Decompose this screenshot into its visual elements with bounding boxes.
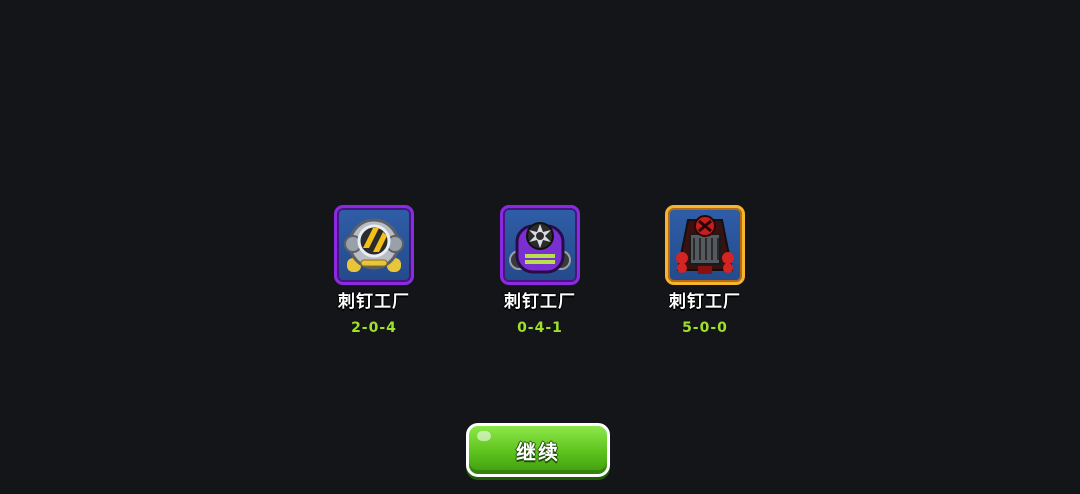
results-screen: 刺钉工厂 2-0-4 刺钉工厂 0-4-1 刺钉工厂 5-0-0 继续 [0,0,1080,494]
tower-name: 刺钉工厂 [504,292,576,312]
continue-button-label: 继续 [516,439,560,464]
tower-card: 刺钉工厂 5-0-0 [655,205,755,337]
spike-factory-icon [676,215,734,274]
tower-icon-frame [500,205,580,285]
tower-upgrade-path: 2-0-4 [351,320,397,336]
tower-upgrade-path: 5-0-0 [682,320,728,336]
tower-card: 刺钉工厂 2-0-4 [324,205,424,337]
tower-icon-frame [334,205,414,285]
spike-factory-icon [344,218,404,272]
tower-icon-frame [665,205,745,285]
tower-name: 刺钉工厂 [669,292,741,312]
spike-factory-icon [509,222,571,274]
tower-upgrade-path: 0-4-1 [517,320,563,336]
continue-button[interactable]: 继续 [466,423,610,477]
button-highlight [477,431,491,441]
tower-name: 刺钉工厂 [338,292,410,312]
tower-card: 刺钉工厂 0-4-1 [490,205,590,337]
